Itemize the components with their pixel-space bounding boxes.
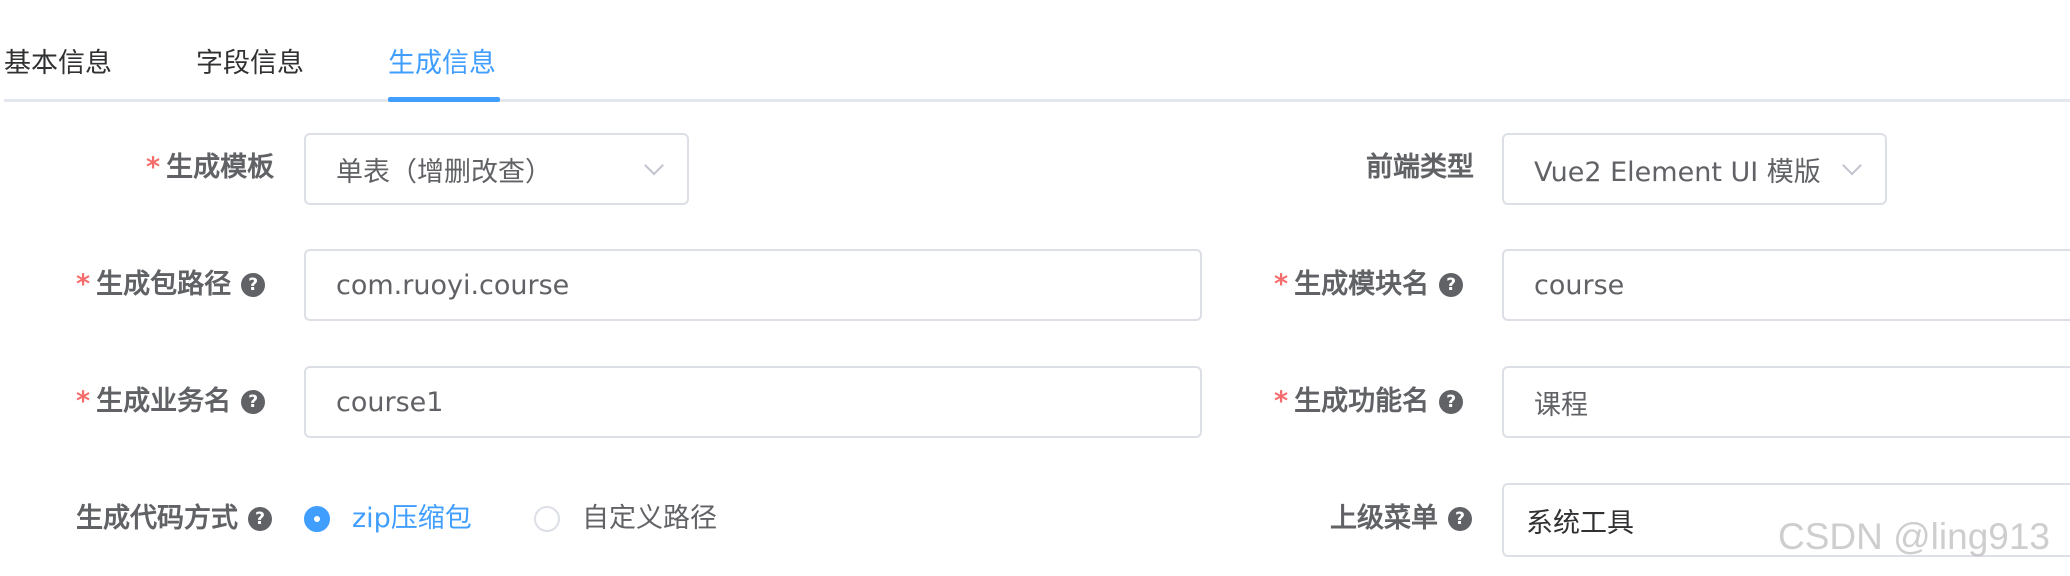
business-name-label: * 生成业务名? [76,382,266,422]
module-name-label-text: 生成模块名 [1294,269,1430,300]
tab-generate-info[interactable]: 生成信息 [388,44,496,84]
required-mark: * [146,152,161,183]
frontend-type-select[interactable]: Vue2 Element UI 模版 [1502,133,1887,205]
function-name-label: * 生成功能名? [1274,382,1464,422]
radio-zip-label[interactable]: zip压缩包 [352,499,472,539]
gen-type-label-text: 生成代码方式 [76,503,238,534]
template-select[interactable]: 单表（增删改查） [304,133,689,205]
question-circle-icon[interactable]: ? [241,273,266,297]
frontend-type-label: 前端类型 [1366,152,1474,183]
question-circle-icon[interactable]: ? [241,390,266,414]
required-mark: * [1274,386,1289,417]
question-circle-icon[interactable]: ? [1448,507,1472,531]
business-name-input[interactable]: course1 [304,366,1202,438]
watermark: CSDN @ling913 [1778,516,2051,557]
parent-menu-label-text: 上级菜单 [1330,503,1438,534]
required-mark: * [76,386,91,417]
parent-menu-label: 上级菜单? [1330,499,1472,539]
business-name-label-text: 生成业务名 [96,386,232,417]
module-name-value: course [1534,269,1625,301]
function-name-input[interactable]: 课程 [1502,366,2070,438]
frontend-type-select-value: Vue2 Element UI 模版 [1534,156,1821,188]
module-name-input[interactable]: course [1502,249,2070,321]
template-select-value: 单表（增删改查） [336,156,552,188]
package-path-label: * 生成包路径? [76,265,266,305]
tab-basic-info[interactable]: 基本信息 [4,44,112,84]
template-label-text: 生成模板 [166,152,275,183]
question-circle-icon[interactable]: ? [1439,390,1464,414]
required-mark: * [1274,269,1289,300]
radio-custom-path[interactable] [534,506,560,532]
required-mark: * [76,269,91,300]
function-name-value: 课程 [1534,389,1588,421]
question-circle-icon[interactable]: ? [1439,273,1464,297]
gen-type-label: 生成代码方式? [76,499,272,539]
parent-menu-value: 系统工具 [1526,507,1634,539]
radio-custom-path-label[interactable]: 自定义路径 [582,499,717,539]
chevron-down-icon [644,155,664,176]
tab-field-info[interactable]: 字段信息 [196,44,304,84]
tab-divider [4,99,2070,102]
package-path-value: com.ruoyi.course [336,269,570,301]
tab-bar: 基本信息 字段信息 生成信息 [0,0,2070,104]
tab-active-indicator [388,97,500,102]
template-label: * 生成模板 [146,148,274,188]
business-name-value: course1 [336,386,444,418]
function-name-label-text: 生成功能名 [1294,386,1430,417]
package-path-label-text: 生成包路径 [96,269,232,300]
package-path-input[interactable]: com.ruoyi.course [304,249,1202,321]
radio-zip[interactable] [304,506,330,532]
question-circle-icon[interactable]: ? [248,507,272,531]
module-name-label: * 生成模块名? [1274,265,1464,305]
chevron-down-icon [1842,155,1862,176]
